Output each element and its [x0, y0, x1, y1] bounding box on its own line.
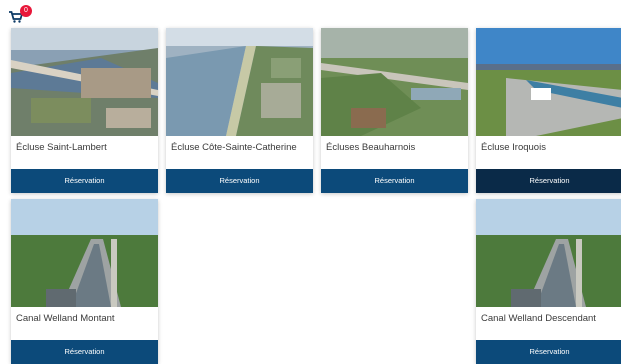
card-ecluses-beauharnois: Écluses Beauharnois Réservation [321, 28, 468, 193]
card-title: Canal Welland Montant [16, 313, 115, 324]
card-image [166, 28, 313, 136]
reservation-button[interactable]: Réservation [476, 169, 621, 193]
reservation-button[interactable]: Réservation [11, 340, 158, 364]
reservation-button[interactable]: Réservation [11, 169, 158, 193]
card-ecluse-saint-lambert: Écluse Saint-Lambert Réservation [11, 28, 158, 193]
card-ecluse-iroquois: Écluse Iroquois Réservation [476, 28, 621, 193]
card-title: Écluses Beauharnois [326, 142, 416, 153]
card-image [476, 199, 621, 307]
card-image [11, 28, 158, 136]
reservation-button[interactable]: Réservation [476, 340, 621, 364]
card-title: Canal Welland Descendant [481, 313, 596, 324]
cart-button[interactable]: 0 [9, 5, 33, 25]
card-title: Écluse Saint-Lambert [16, 142, 107, 153]
cart-count-badge: 0 [20, 5, 32, 17]
card-image [476, 28, 621, 136]
card-title: Écluse Côte-Sainte-Catherine [171, 142, 297, 153]
card-ecluse-cote-sainte-catherine: Écluse Côte-Sainte-Catherine Réservation [166, 28, 313, 193]
card-canal-welland-descendant: Canal Welland Descendant Réservation [476, 199, 621, 364]
card-title: Écluse Iroquois [481, 142, 546, 153]
reservation-button[interactable]: Réservation [321, 169, 468, 193]
reservation-button[interactable]: Réservation [166, 169, 313, 193]
card-image [321, 28, 468, 136]
card-canal-welland-montant: Canal Welland Montant Réservation [11, 199, 158, 364]
card-image [11, 199, 158, 307]
